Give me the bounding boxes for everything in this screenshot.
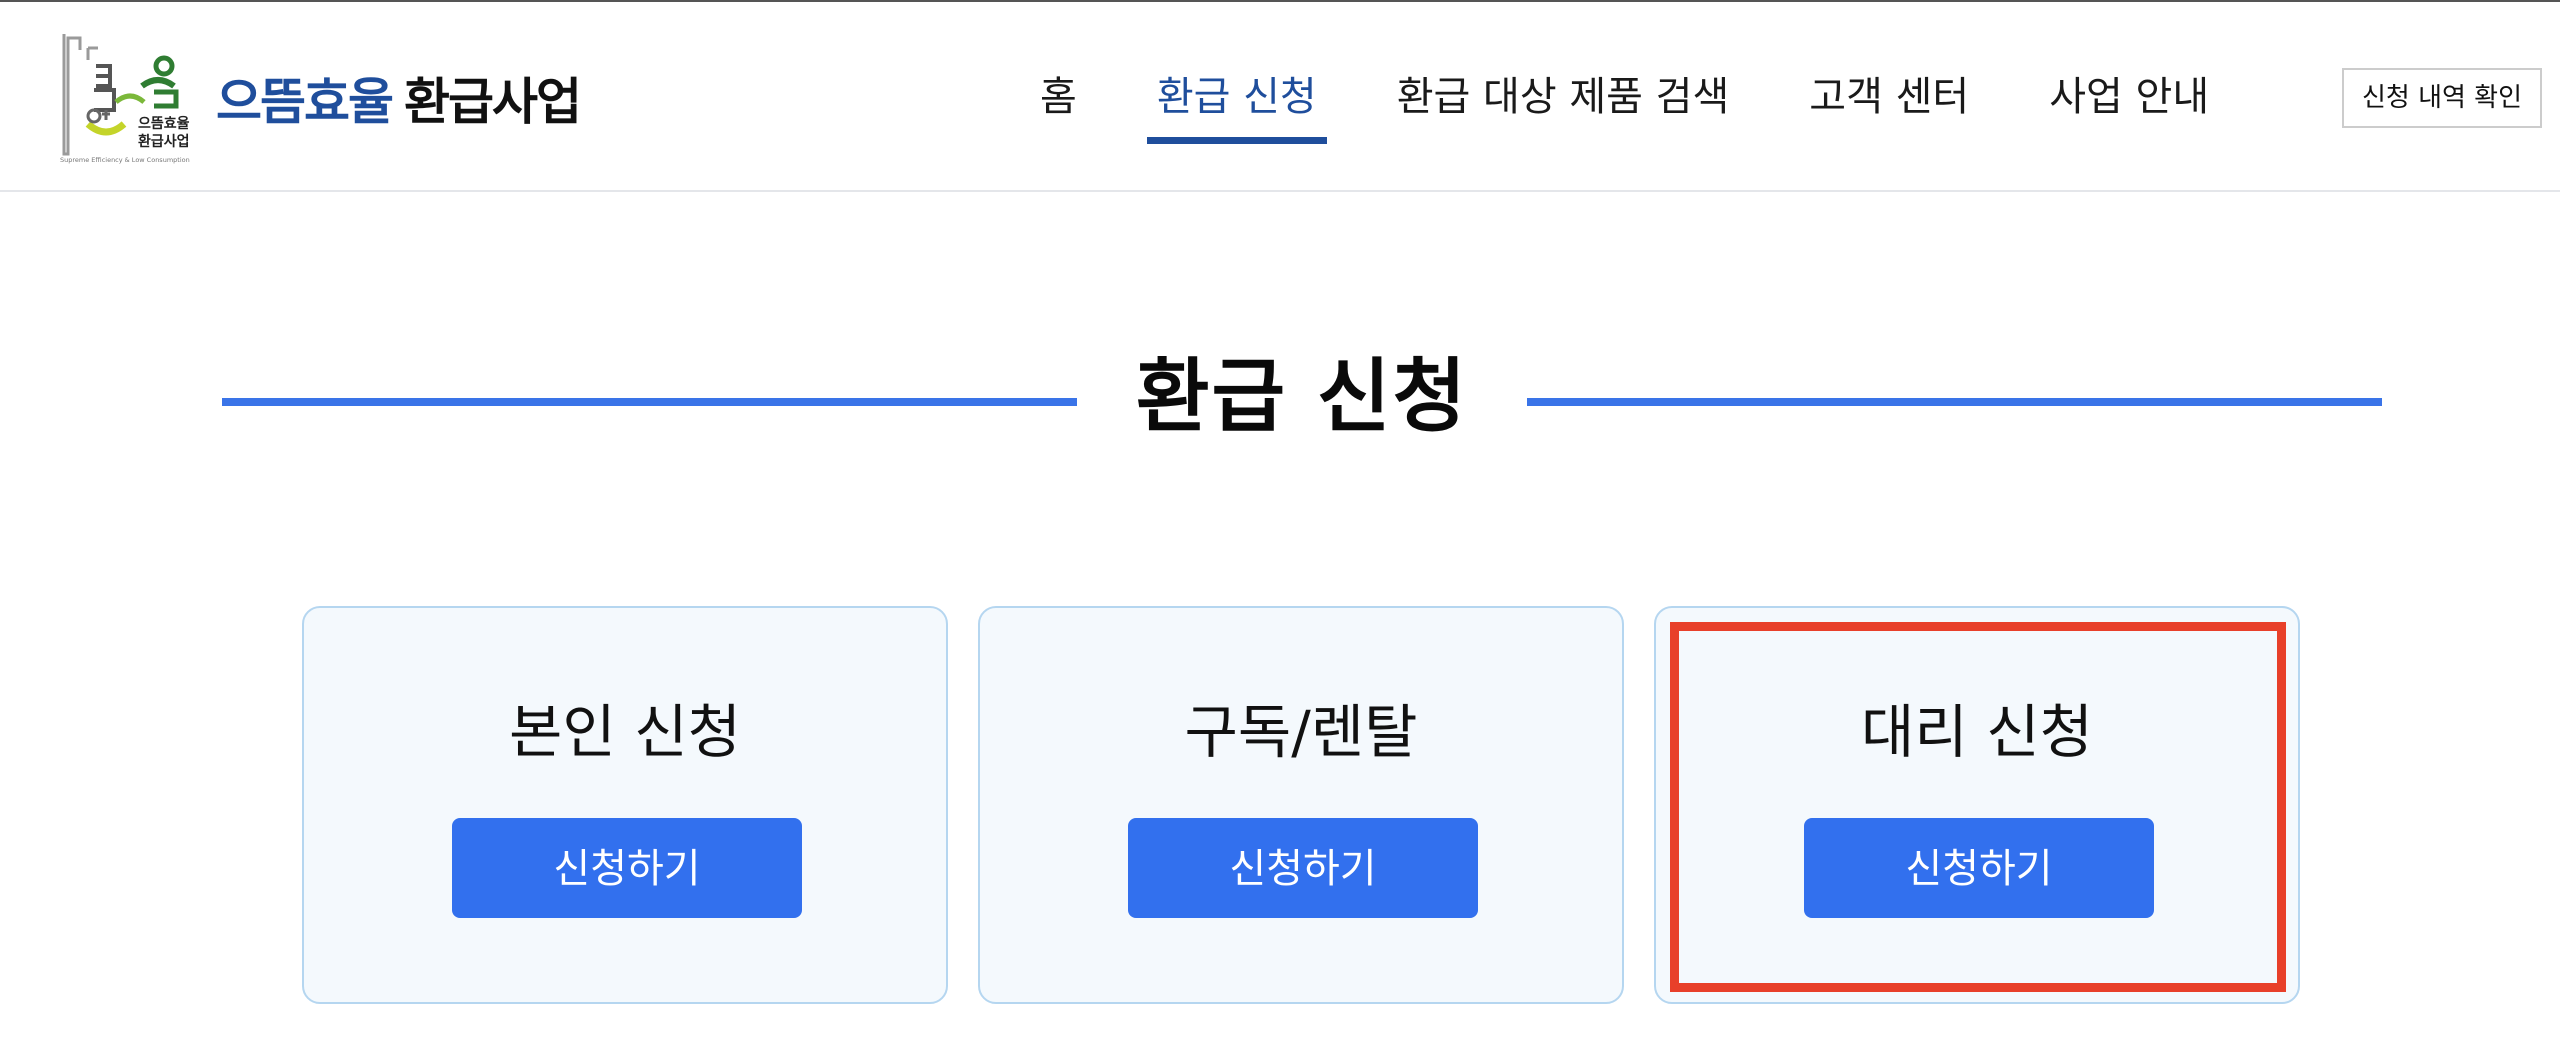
card-title: 본인 신청 (509, 698, 741, 766)
nav-item-home[interactable]: 홈 (1040, 2, 1077, 192)
nav-item-product-search[interactable]: 환급 대상 제품 검색 (1397, 2, 1730, 192)
apply-button-subscription[interactable]: 신청하기 (1128, 818, 1478, 918)
apply-button-self[interactable]: 신청하기 (452, 818, 802, 918)
logo-wordmark: 으뜸효율 환급사업 (216, 62, 582, 134)
nav-item-refund-apply[interactable]: 환급 신청 (1146, 2, 1327, 192)
apply-button-proxy[interactable]: 신청하기 (1804, 818, 2154, 918)
logo-brand-blue: 으뜸효율 (216, 73, 394, 131)
application-history-button[interactable]: 신청 내역 확인 (2342, 68, 2542, 128)
page: 으뜸효율 환급사업 Supreme Efficiency & Low Consu… (0, 0, 2560, 1060)
card-self-application: 본인 신청 신청하기 (302, 606, 948, 1004)
highlight-box (1670, 622, 2286, 992)
logo-mark-tagline: Supreme Efficiency & Low Consumption (60, 156, 190, 164)
logo-brand-dark: 환급사업 (404, 73, 582, 131)
logo-mark-line1: 으뜸효율 (138, 115, 190, 132)
nav-item-business-info[interactable]: 사업 안내 (2049, 2, 2209, 192)
card-proxy-application: 대리 신청 신청하기 (1654, 606, 2300, 1004)
logo-mark-line2: 환급사업 (138, 133, 190, 150)
card-subscription-rental: 구독/렌탈 신청하기 (978, 606, 1624, 1004)
site-header: 으뜸효율 환급사업 Supreme Efficiency & Low Consu… (0, 2, 2560, 192)
card-title: 대리 신청 (1861, 698, 2093, 766)
site-logo[interactable]: 으뜸효율 환급사업 Supreme Efficiency & Low Consu… (58, 30, 582, 166)
application-type-cards: 본인 신청 신청하기 구독/렌탈 신청하기 대리 신청 신청하기 (302, 606, 2300, 1004)
section-header: 환급 신청 (222, 342, 2382, 452)
card-title: 구독/렌탈 (1184, 698, 1418, 766)
main-nav: 홈 환급 신청 환급 대상 제품 검색 고객 센터 사업 안내 (1000, 2, 2249, 192)
page-title: 환급 신청 (222, 342, 2382, 452)
page-title-text: 환급 신청 (1079, 350, 1525, 443)
nav-item-customer-center[interactable]: 고객 센터 (1809, 2, 1969, 192)
logo-mark-icon: 으뜸효율 환급사업 Supreme Efficiency & Low Consu… (60, 34, 190, 164)
